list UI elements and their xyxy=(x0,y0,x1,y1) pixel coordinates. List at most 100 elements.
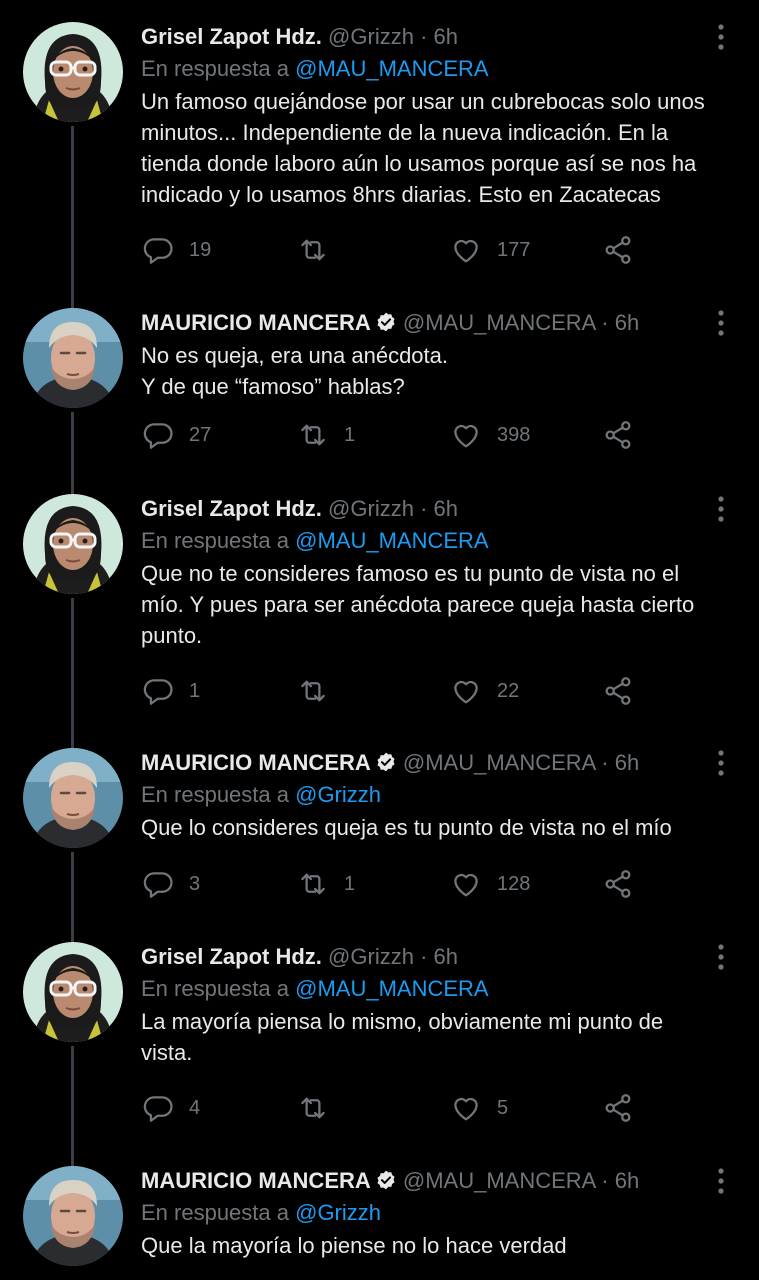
share-icon xyxy=(605,677,631,705)
verified-badge-icon xyxy=(375,311,397,341)
author-handle[interactable]: @Grizzh xyxy=(328,24,414,49)
timestamp[interactable]: 6h xyxy=(615,310,639,335)
reply-mention[interactable]: @MAU_MANCERA xyxy=(295,976,488,1001)
reply-icon xyxy=(143,1096,173,1122)
author-handle[interactable]: @MAU_MANCERA xyxy=(403,750,595,775)
tweet-header: MAURICIO MANCERA @MAU_MANCERA · 6h xyxy=(141,748,711,778)
avatar-mauricio[interactable] xyxy=(23,1166,123,1266)
retweet-icon xyxy=(301,1097,325,1119)
reply-count: 4 xyxy=(189,1096,201,1119)
heart-icon xyxy=(454,680,478,704)
author-handle[interactable]: @Grizzh xyxy=(328,944,414,969)
avatar-grisel[interactable] xyxy=(23,494,123,594)
retweet-icon xyxy=(301,424,325,446)
retweet-button[interactable] xyxy=(296,671,344,711)
timestamp[interactable]: 6h xyxy=(615,750,639,775)
author-name[interactable]: MAURICIO MANCERA xyxy=(141,310,371,335)
like-button[interactable]: 22 xyxy=(449,671,519,711)
more-options-button[interactable] xyxy=(708,494,734,524)
more-options-button[interactable] xyxy=(708,942,734,972)
reply-icon xyxy=(143,423,173,449)
reply-mention[interactable]: @MAU_MANCERA xyxy=(295,56,488,81)
more-vertical-icon xyxy=(718,1168,724,1194)
author-name[interactable]: MAURICIO MANCERA xyxy=(141,1168,371,1193)
reply-mention[interactable]: @MAU_MANCERA xyxy=(295,528,488,553)
share-icon xyxy=(605,870,631,898)
timestamp[interactable]: 6h xyxy=(434,944,458,969)
author-name[interactable]: Grisel Zapot Hdz. xyxy=(141,944,322,969)
avatar-grisel[interactable] xyxy=(23,942,123,1042)
timestamp[interactable]: 6h xyxy=(615,1168,639,1193)
share-button[interactable] xyxy=(601,230,635,270)
tweet-text-line: Que la mayoría lo piense no lo hace verd… xyxy=(141,1233,567,1258)
tweet-actions: 4 5 xyxy=(141,1088,661,1128)
like-count: 177 xyxy=(497,238,531,261)
retweet-icon xyxy=(301,680,325,702)
author-handle[interactable]: @Grizzh xyxy=(328,496,414,521)
share-button[interactable] xyxy=(601,1088,635,1128)
reply-button[interactable]: 27 xyxy=(141,415,211,455)
reply-prefix: En respuesta a xyxy=(141,782,289,807)
more-vertical-icon xyxy=(718,24,724,50)
verified-badge-icon xyxy=(375,751,397,781)
author-handle[interactable]: @MAU_MANCERA xyxy=(403,310,595,335)
tweet-header: Grisel Zapot Hdz. @Grizzh · 6h xyxy=(141,494,711,524)
reply-context: En respuesta a @MAU_MANCERA xyxy=(141,52,711,86)
share-button[interactable] xyxy=(601,671,635,711)
author-name[interactable]: MAURICIO MANCERA xyxy=(141,750,371,775)
share-button[interactable] xyxy=(601,415,635,455)
retweet-count: 1 xyxy=(344,423,356,446)
heart-icon xyxy=(454,873,478,897)
more-options-button[interactable] xyxy=(708,748,734,778)
like-count: 22 xyxy=(497,679,520,702)
heart-icon xyxy=(454,239,478,263)
tweet-text-line: punto. xyxy=(141,623,203,648)
retweet-button[interactable] xyxy=(296,230,344,270)
reply-prefix: En respuesta a xyxy=(141,1200,289,1225)
reply-prefix: En respuesta a xyxy=(141,976,289,1001)
avatar-mauricio[interactable] xyxy=(23,308,123,408)
reply-mention[interactable]: @Grizzh xyxy=(295,782,381,807)
separator: · xyxy=(420,24,428,49)
share-icon xyxy=(605,421,631,449)
timestamp[interactable]: 6h xyxy=(434,496,458,521)
timestamp[interactable]: 6h xyxy=(434,24,458,49)
heart-icon xyxy=(454,1097,478,1121)
retweet-button[interactable]: 1 xyxy=(296,415,355,455)
like-button[interactable]: 398 xyxy=(449,415,530,455)
reply-button[interactable]: 19 xyxy=(141,230,211,270)
reply-mention[interactable]: @Grizzh xyxy=(295,1200,381,1225)
reply-button[interactable]: 1 xyxy=(141,671,200,711)
thread-line xyxy=(71,126,74,308)
author-name[interactable]: Grisel Zapot Hdz. xyxy=(141,496,322,521)
tweet-content: MAURICIO MANCERA @MAU_MANCERA · 6h No es… xyxy=(141,308,711,402)
separator: · xyxy=(420,496,428,521)
like-button[interactable]: 5 xyxy=(449,1088,508,1128)
tweet-text-line: La mayoría piensa lo mismo, obviamente m… xyxy=(141,1009,664,1034)
more-options-button[interactable] xyxy=(708,1166,734,1196)
more-options-button[interactable] xyxy=(708,308,734,338)
retweet-button[interactable]: 1 xyxy=(296,864,355,904)
avatar-grisel[interactable] xyxy=(23,22,123,122)
avatar-mauricio[interactable] xyxy=(23,748,123,848)
reply-prefix: En respuesta a xyxy=(141,56,289,81)
reply-button[interactable]: 3 xyxy=(141,864,200,904)
more-vertical-icon xyxy=(718,496,724,522)
tweet-content: MAURICIO MANCERA @MAU_MANCERA · 6h En re… xyxy=(141,1166,711,1261)
share-button[interactable] xyxy=(601,864,635,904)
author-handle[interactable]: @MAU_MANCERA xyxy=(403,1168,595,1193)
tweet-header: Grisel Zapot Hdz. @Grizzh · 6h xyxy=(141,22,711,52)
author-name[interactable]: Grisel Zapot Hdz. xyxy=(141,24,322,49)
more-options-button[interactable] xyxy=(708,22,734,52)
separator: · xyxy=(601,310,609,335)
reply-count: 1 xyxy=(189,679,201,702)
separator: · xyxy=(601,750,609,775)
like-button[interactable]: 128 xyxy=(449,864,530,904)
retweet-button[interactable] xyxy=(296,1088,344,1128)
reply-button[interactable]: 4 xyxy=(141,1088,200,1128)
tweet-header: Grisel Zapot Hdz. @Grizzh · 6h xyxy=(141,942,711,972)
thread-line xyxy=(71,1046,74,1170)
thread-line xyxy=(71,412,74,494)
tweet-text-line: Que no te consideres famoso es tu punto … xyxy=(141,561,680,586)
like-button[interactable]: 177 xyxy=(449,230,530,270)
